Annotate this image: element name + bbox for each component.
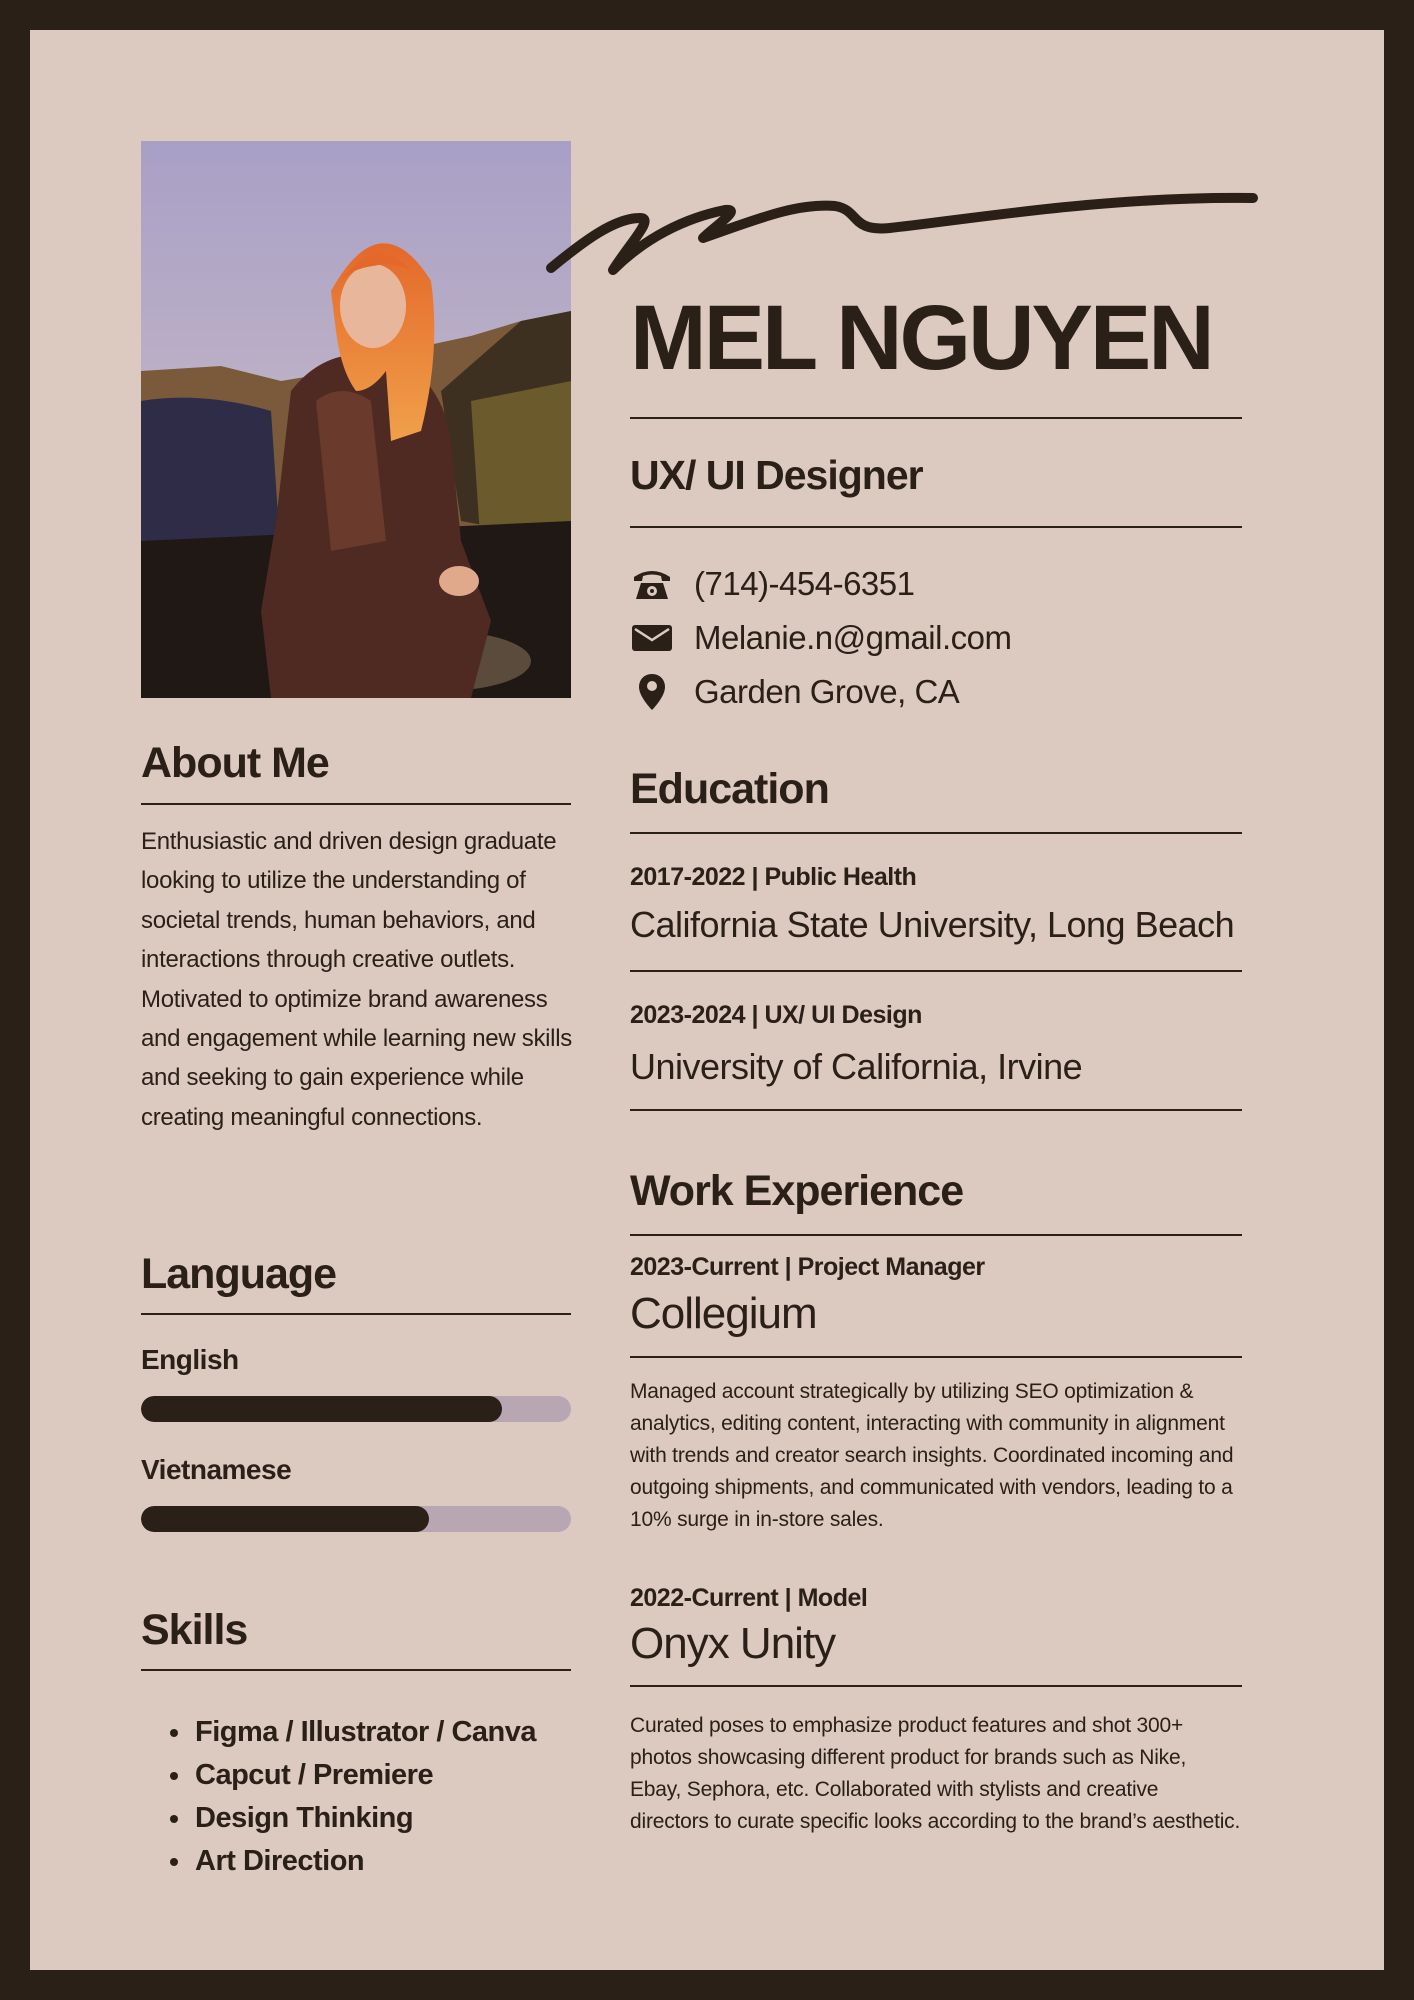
job-description: Managed account strategically by utilizi… [630,1380,1234,1531]
resume-page: MEL NGUYEN UX/ UI Designer (714)-454-635… [30,30,1384,1970]
phone-number[interactable]: (714)-454-6351 [694,565,915,603]
divider [630,832,1242,834]
email-address[interactable]: Melanie.n@gmail.com [694,619,1012,657]
language-level-bar [141,1506,571,1532]
location-pin-icon [630,672,674,712]
skill-item: Capcut / Premiere [193,1754,623,1797]
about-heading: About Me [141,739,330,787]
phone-icon [630,564,674,604]
language-level-bar [141,1396,571,1422]
education-school: University of California, Irvine [630,1046,1083,1087]
candidate-name: MEL NGUYEN [630,287,1215,389]
contact-email: Melanie.n@gmail.com [630,616,1012,660]
language-name: Vietnamese [141,1454,292,1485]
job-meta: 2022-Current | Model [630,1584,868,1612]
divider [630,526,1242,528]
skills-list: Figma / Illustrator / Canva Capcut / Pre… [141,1711,623,1883]
divider [630,970,1242,972]
divider [630,1234,1242,1236]
contact-phone: (714)-454-6351 [630,562,915,606]
education-meta: 2023-2024 | UX/ UI Design [630,1001,922,1029]
language-heading: Language [141,1250,337,1298]
job-company: Collegium [630,1289,818,1338]
skill-item: Design Thinking [193,1797,623,1840]
divider [141,803,571,805]
language-name: English [141,1344,239,1375]
education-meta: 2017-2022 | Public Health [630,863,917,891]
divider [630,1685,1242,1687]
language-level-fill [141,1396,503,1422]
job-description: Curated poses to emphasize product featu… [630,1714,1241,1833]
about-text: Enthusiastic and driven design graduate … [141,828,572,1131]
location-text: Garden Grove, CA [694,673,960,710]
education-school: California State University, Long Beach [630,904,1235,945]
skill-item: Figma / Illustrator / Canva [193,1711,623,1754]
education-heading: Education [630,765,830,813]
divider [630,417,1242,419]
divider [141,1669,571,1671]
contact-location: Garden Grove, CA [630,670,960,714]
skills-heading: Skills [141,1606,248,1654]
divider [630,1356,1242,1358]
signature-flourish [546,192,1258,275]
divider [630,1109,1242,1111]
job-title: UX/ UI Designer [630,452,924,498]
skill-item: Art Direction [193,1840,623,1883]
job-company: Onyx Unity [630,1619,836,1668]
language-level-fill [141,1506,430,1532]
job-meta: 2023-Current | Project Manager [630,1253,985,1281]
profile-photo [141,141,571,698]
divider [141,1313,571,1315]
mail-icon [630,618,674,658]
work-heading: Work Experience [630,1167,964,1215]
